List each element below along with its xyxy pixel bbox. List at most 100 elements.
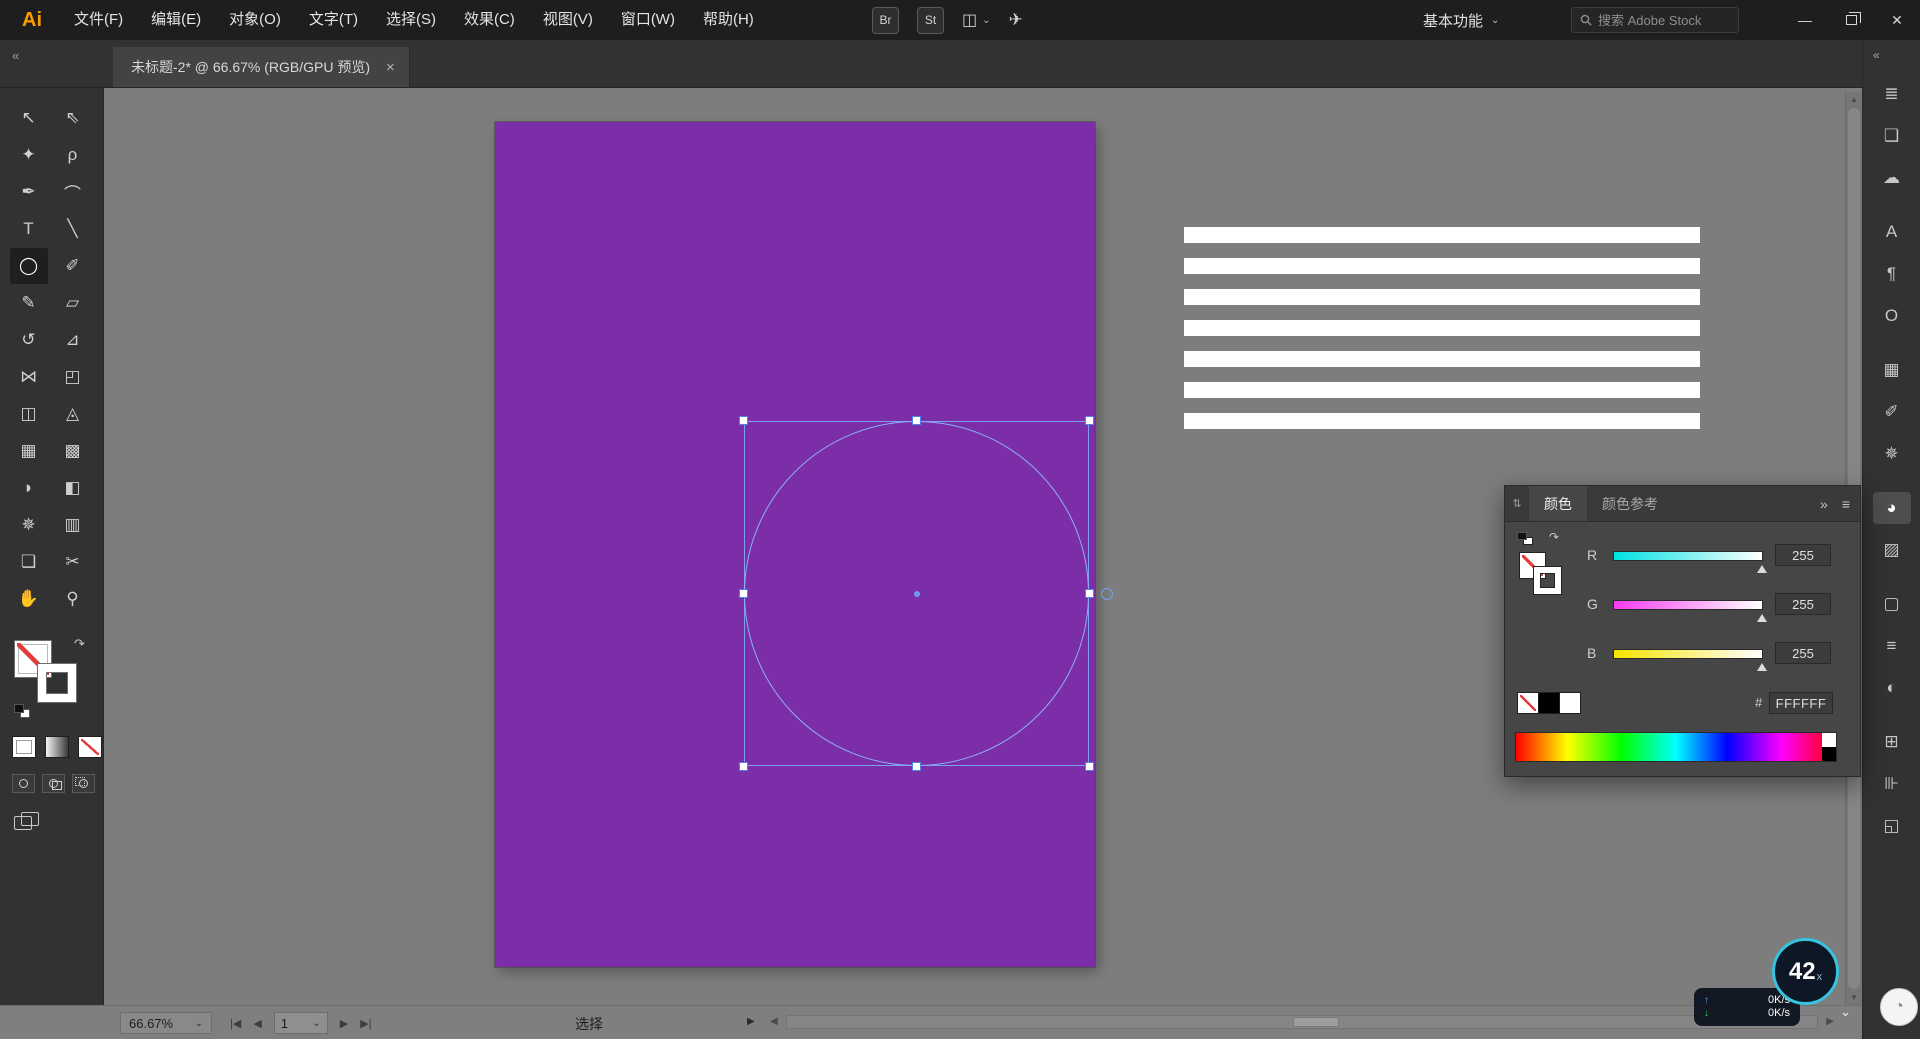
pen-tool[interactable]: ✒ [10, 174, 48, 210]
mesh-tool[interactable]: ▦ [10, 433, 48, 469]
menu-window[interactable]: 窗口(W) [607, 0, 689, 40]
character-panel-icon[interactable]: A [1873, 216, 1911, 248]
scale-tool[interactable]: ⊿ [54, 322, 92, 358]
draw-normal-button[interactable] [12, 774, 35, 793]
selection-tool[interactable]: ↖ [10, 100, 48, 136]
line-segment-tool[interactable]: ╲ [54, 211, 92, 247]
color-spectrum-bar[interactable] [1515, 732, 1837, 762]
selection-handle-sw[interactable] [739, 762, 748, 771]
menu-help[interactable]: 帮助(H) [689, 0, 768, 40]
selection-handle-nw[interactable] [739, 416, 748, 425]
color-button[interactable] [12, 736, 36, 758]
direct-selection-tool[interactable]: ⇖ [54, 100, 92, 136]
selection-handle-n[interactable] [911, 416, 921, 425]
status-flyout-icon[interactable]: ▶ [747, 1016, 755, 1027]
white-corner-swatch[interactable] [1822, 733, 1836, 747]
selection-handle-e[interactable] [1085, 588, 1094, 598]
close-button[interactable]: ✕ [1874, 0, 1920, 40]
color-guide-panel-icon[interactable]: ▨ [1873, 534, 1911, 566]
ellipse-tool[interactable]: ◯ [9, 248, 48, 284]
slider-thumb[interactable] [1757, 609, 1767, 622]
appearance-panel-icon[interactable]: ▢ [1873, 588, 1911, 620]
width-tool[interactable]: ⋈ [10, 359, 48, 395]
restore-button[interactable] [1828, 0, 1874, 40]
previous-artboard-button[interactable]: ◀ [253, 1017, 261, 1030]
libraries-panel-icon[interactable]: ☁ [1873, 162, 1911, 194]
eraser-tool[interactable]: ▱ [54, 285, 92, 321]
default-fill-stroke-icon[interactable] [14, 704, 32, 720]
hex-value-field[interactable]: FFFFFF [1769, 692, 1833, 714]
tab-color[interactable]: 颜色 [1529, 486, 1587, 521]
none-swatch[interactable] [1517, 692, 1539, 714]
horizontal-scrollbar[interactable]: ◀ ▶ [770, 1013, 1834, 1031]
type-tool[interactable]: T [10, 211, 48, 247]
menu-object[interactable]: 对象(O) [215, 0, 295, 40]
minimize-button[interactable]: — [1782, 0, 1828, 40]
horizontal-scrollbar-track[interactable] [786, 1015, 1818, 1029]
layers-panel-icon[interactable]: ❏ [1873, 120, 1911, 152]
color-panel-icon[interactable]: ◕ [1872, 492, 1911, 524]
menu-type[interactable]: 文字(T) [295, 0, 372, 40]
artboard-tool[interactable]: ❏ [10, 544, 48, 580]
first-artboard-button[interactable]: |◀ [230, 1017, 241, 1030]
selection-handle-w[interactable] [739, 588, 748, 598]
shape-builder-tool[interactable]: ◫ [10, 396, 48, 432]
close-icon[interactable]: × [386, 59, 395, 76]
properties-panel-icon[interactable]: ≣ [1873, 78, 1911, 110]
hand-tool[interactable]: ✋ [10, 581, 48, 617]
document-tab[interactable]: 未标题-2* @ 66.67% (RGB/GPU 预览) × [113, 47, 410, 87]
selection-handle-se[interactable] [1085, 762, 1094, 771]
swap-fill-stroke-icon[interactable]: ↷ [1549, 530, 1559, 544]
arrange-documents-button[interactable]: ◫ ⌄ [962, 10, 991, 30]
curvature-tool[interactable]: ⌒ [54, 174, 92, 210]
eyedropper-tool[interactable]: ◗ [10, 470, 48, 506]
black-swatch[interactable] [1538, 692, 1560, 714]
perspective-grid-tool[interactable]: ◬ [54, 396, 92, 432]
paintbrush-tool[interactable]: ✐ [54, 248, 92, 284]
draw-behind-button[interactable] [42, 774, 65, 793]
live-shape-side-widget[interactable] [1101, 587, 1113, 600]
performance-badge[interactable]: 42 x [1772, 938, 1839, 1005]
transform-panel-icon[interactable]: ⊞ [1873, 726, 1911, 758]
dock-expand-icon[interactable]: « [1873, 48, 1880, 62]
scroll-up-icon[interactable]: ▲ [1846, 95, 1862, 104]
blue-slider-track[interactable] [1613, 649, 1767, 671]
swap-fill-stroke-icon[interactable]: ↷ [74, 636, 85, 652]
lasso-tool[interactable]: ρ [54, 137, 92, 173]
menu-edit[interactable]: 编辑(E) [137, 0, 215, 40]
bridge-icon[interactable]: Br [872, 6, 899, 34]
opentype-panel-icon[interactable]: O [1873, 300, 1911, 332]
menu-view[interactable]: 视图(V) [529, 0, 607, 40]
stroke-panel-icon[interactable]: ≡ [1873, 630, 1911, 662]
stock-icon[interactable]: St [917, 6, 944, 34]
gradient-tool[interactable]: ▩ [54, 433, 92, 469]
next-artboard-button[interactable]: ▶ [340, 1017, 348, 1030]
none-button[interactable] [78, 736, 102, 758]
slider-thumb[interactable] [1757, 560, 1767, 573]
magic-wand-tool[interactable]: ✦ [10, 137, 48, 173]
tab-color-guide[interactable]: 颜色参考 [1587, 486, 1673, 521]
blend-tool[interactable]: ◧ [54, 470, 92, 506]
scroll-down-icon[interactable]: ▼ [1846, 993, 1862, 1002]
column-graph-tool[interactable]: ▥ [54, 507, 92, 543]
search-input[interactable] [1598, 12, 1730, 28]
menu-effect[interactable]: 效果(C) [450, 0, 529, 40]
swatches-panel-icon[interactable]: ▦ [1873, 354, 1911, 386]
toolbar-collapse-icon[interactable]: « [12, 48, 19, 63]
menu-select[interactable]: 选择(S) [372, 0, 450, 40]
zoom-tool[interactable]: ⚲ [54, 581, 92, 617]
panel-collapse-icon[interactable]: ⇅ [1505, 486, 1529, 521]
paragraph-panel-icon[interactable]: ¶ [1873, 258, 1911, 290]
selection-handle-s[interactable] [911, 762, 921, 771]
rotate-tool[interactable]: ↺ [10, 322, 48, 358]
brushes-panel-icon[interactable]: ✐ [1873, 396, 1911, 428]
workspace-switcher[interactable]: 基本功能 ⌄ [1423, 0, 1499, 40]
floating-ball-overlay[interactable]: ◔ [1880, 988, 1918, 1026]
last-artboard-button[interactable]: ▶| [360, 1017, 371, 1030]
transparency-panel-icon[interactable]: ◐ [1873, 672, 1911, 704]
slider-thumb[interactable] [1757, 658, 1767, 671]
horizontal-scrollbar-thumb[interactable] [1293, 1017, 1339, 1027]
artboard-number-dropdown[interactable]: 1 ⌄ [273, 1012, 328, 1034]
collapse-to-icons-icon[interactable]: » [1820, 496, 1828, 512]
zoom-level-dropdown[interactable]: 66.67% ⌄ [120, 1012, 212, 1034]
